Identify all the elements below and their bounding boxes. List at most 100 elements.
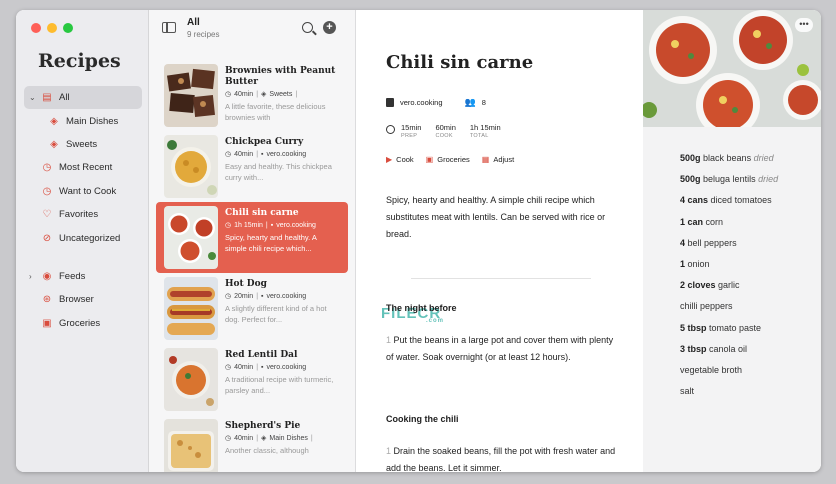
close-window-button[interactable]	[31, 23, 41, 33]
app-window: Recipes ⌄ ▤ All ◈ Main Dishes ◈ Sweets ◷…	[16, 10, 821, 472]
recipe-source[interactable]: vero.cooking	[400, 98, 443, 107]
recipe-time: 1h 15min	[234, 221, 263, 229]
chevron-right-icon[interactable]: ›	[29, 272, 39, 281]
sidebar-item-favorites[interactable]: ♡ Favorites	[24, 203, 142, 226]
instruction-step: 1 Put the beans in a large pot and cover…	[386, 335, 614, 362]
recipe-name: Hot Dog	[225, 279, 267, 289]
ingredient-item: 4 cans diced tomatoes	[680, 195, 772, 206]
cook-button[interactable]: ▶ Cook	[386, 155, 414, 164]
servings[interactable]: 8	[482, 98, 486, 107]
recipe-item-hot-dog[interactable]: Hot Dog ◷ 20min | ▪ vero.cooking A slightly…	[156, 273, 348, 344]
clock-icon: ◷	[225, 222, 232, 229]
recipe-count: 9 recipes	[187, 30, 220, 39]
clock-icon: ◷	[42, 185, 52, 197]
recipe-name: Brownies with Peanut Butter	[225, 66, 336, 87]
recipe-description: Spicy, hearty and healthy. A simple chil…	[386, 195, 606, 239]
sidebar-item-most-recent[interactable]: ◷ Most Recent	[24, 156, 142, 179]
recipe-time: 40min	[234, 150, 254, 158]
people-icon: 👥	[464, 97, 476, 107]
sidebar-item-sweets[interactable]: ◈ Sweets	[24, 133, 142, 156]
sidebar-item-label: Want to Cook	[59, 185, 117, 197]
list-title: All	[187, 17, 200, 28]
clock-icon: ◷	[225, 91, 232, 98]
sidebar-item-label: Groceries	[59, 317, 101, 329]
recipe-photo: •••	[643, 10, 821, 127]
recipe-meta: ◷ 40min | ◈ Main Dishes |	[225, 434, 313, 443]
ingredient-item: 500g beluga lentils dried	[680, 174, 779, 185]
recipe-time: 40min	[234, 363, 254, 371]
recipe-meta: ◷ 20min | ▪ vero.cooking	[225, 292, 307, 301]
sidebar-item-all[interactable]: ⌄ ▤ All	[24, 86, 142, 110]
recipe-actions: ▶ Cook ▣ Groceries ▦ Adjust	[386, 155, 514, 164]
recipe-name: Chili sin carne	[225, 208, 299, 218]
recipe-description: Spicy, hearty and healthy. A simple chil…	[225, 233, 317, 253]
search-icon[interactable]	[302, 22, 313, 33]
ingredient-item: vegetable broth	[680, 364, 743, 375]
recipe-tag: Main Dishes	[269, 434, 308, 442]
recipe-item-shepherds-pie[interactable]: Shepherd's Pie ◷ 40min | ◈ Main Dishes | Ano…	[156, 415, 348, 472]
ingredient-item: 2 cloves garlic	[680, 280, 740, 291]
recipe-item-red-lentil-dal[interactable]: Red Lentil Dal ◷ 40min | ▪ vero.cooking A t…	[156, 344, 348, 415]
tag-icon: ◈	[50, 115, 58, 127]
book-icon: ▪	[261, 363, 264, 371]
recipe-time: 40min	[234, 434, 254, 442]
adjust-button[interactable]: ▦ Adjust	[482, 155, 514, 164]
recipe-title: Chili sin carne	[386, 52, 534, 73]
recipe-time: 40min	[234, 90, 254, 98]
clock-icon: ◷	[42, 162, 52, 174]
recipe-item-chili-sin-carne[interactable]: Chili sin carne ◷ 1h 15min | ▪ vero.cooking…	[156, 202, 348, 273]
recipe-thumbnail	[164, 206, 218, 269]
book-icon: ▪	[270, 221, 274, 229]
recipe-description: Another classic, although	[225, 446, 309, 455]
clock-icon: ◷	[225, 435, 232, 442]
play-icon: ▶	[386, 155, 393, 164]
recipe-meta: ◷ 1h 15min | ▪ vero.cooking	[225, 221, 316, 230]
recipe-description: Easy and healthy. This chickpea curry wi…	[225, 162, 332, 182]
recipe-source: vero.cooking	[266, 150, 307, 158]
recipe-item-chickpea-curry[interactable]: Chickpea Curry ◷ 40min | ▪ vero.cooking Eas…	[156, 131, 348, 202]
sidebar-item-groceries[interactable]: ▣ Groceries	[24, 312, 142, 335]
sidebar-item-main-dishes[interactable]: ◈ Main Dishes	[24, 109, 142, 132]
zoom-window-button[interactable]	[63, 23, 73, 33]
tray-icon: ▤	[42, 92, 52, 104]
sidebar-item-uncategorized[interactable]: ⊘ Uncategorized	[24, 226, 142, 249]
clock-icon: ◷	[225, 151, 232, 158]
sidebar-item-want-to-cook[interactable]: ◷ Want to Cook	[24, 180, 142, 203]
section-heading: The night before	[386, 303, 457, 313]
sidebar-item-browser[interactable]: ⊛ Browser	[24, 288, 142, 311]
sidebar-toggle-icon[interactable]	[162, 22, 176, 33]
more-options-icon[interactable]: •••	[795, 18, 813, 32]
recipe-info-row: vero.cooking 👥 8	[386, 97, 486, 108]
recipe-times: 15min PREP 60min COOK 1h 15min TOTAL	[386, 123, 515, 141]
untagged-icon: ⊘	[42, 232, 52, 244]
ingredient-item: salt	[680, 386, 695, 397]
recipe-description: A slightly different kind of a hot dog. …	[225, 304, 327, 324]
sidebar-item-label: Browser	[59, 294, 94, 306]
sidebar-item-label: All	[59, 92, 70, 104]
ingredient-item: 4 bell peppers	[680, 237, 737, 248]
sidebar: Recipes ⌄ ▤ All ◈ Main Dishes ◈ Sweets ◷…	[16, 10, 149, 472]
list-header: All 9 recipes +	[149, 10, 355, 58]
recipe-name: Shepherd's Pie	[225, 421, 301, 431]
minimize-window-button[interactable]	[47, 23, 57, 33]
groceries-button[interactable]: ▣ Groceries	[426, 155, 470, 164]
recipe-description: A little favorite, these delicious brown…	[225, 102, 326, 122]
compass-icon: ⊛	[42, 294, 52, 306]
sidebar-item-label: Favorites	[59, 209, 99, 221]
cook-time: 60min COOK	[435, 123, 456, 139]
sidebar-title: Recipes	[38, 50, 121, 72]
recipe-name: Chickpea Curry	[225, 137, 304, 147]
recipe-list: Brownies with Peanut Butter ◷ 40min | ◈ Swe…	[149, 60, 355, 472]
recipe-thumbnail	[164, 419, 218, 472]
recipe-item-brownies[interactable]: Brownies with Peanut Butter ◷ 40min | ◈ Swe…	[156, 60, 348, 131]
recipe-thumbnail	[164, 277, 218, 340]
clock-icon: ◷	[225, 293, 232, 300]
bag-icon: ▣	[42, 317, 52, 329]
ingredient-item: 1 can corn	[680, 216, 724, 227]
chevron-down-icon[interactable]: ⌄	[29, 93, 39, 102]
add-recipe-icon[interactable]: +	[323, 21, 336, 34]
sidebar-item-feeds[interactable]: › ◉ Feeds	[24, 265, 142, 288]
bag-icon: ▣	[425, 155, 434, 164]
tag-icon: ◈	[50, 138, 58, 150]
recipe-source: vero.cooking	[266, 292, 307, 300]
